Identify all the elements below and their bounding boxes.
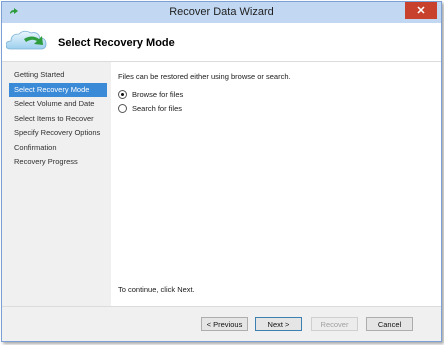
page-title: Select Recovery Mode bbox=[58, 37, 175, 49]
browse-radio[interactable] bbox=[118, 90, 127, 99]
intro-text: Files can be restored either using brows… bbox=[118, 72, 291, 81]
window-title: Recover Data Wizard bbox=[169, 6, 274, 18]
step-getting-started[interactable]: Getting Started bbox=[9, 68, 107, 83]
continue-instruction: To continue, click Next. bbox=[118, 285, 195, 294]
browse-option[interactable]: Browse for files bbox=[118, 90, 183, 99]
step-confirmation[interactable]: Confirmation bbox=[9, 141, 107, 156]
wizard-header: Select Recovery Mode bbox=[2, 23, 441, 62]
search-radio[interactable] bbox=[118, 104, 127, 113]
browse-label[interactable]: Browse for files bbox=[132, 90, 183, 99]
close-button[interactable]: ✕ bbox=[405, 2, 437, 19]
recover-button: Recover bbox=[311, 317, 358, 331]
step-specify-recovery-options[interactable]: Specify Recovery Options bbox=[9, 126, 107, 141]
previous-button[interactable]: < Previous bbox=[201, 317, 248, 331]
close-icon: ✕ bbox=[416, 5, 426, 17]
search-label[interactable]: Search for files bbox=[132, 104, 182, 113]
content-pane: Files can be restored either using brows… bbox=[111, 62, 441, 307]
wizard-window: Recover Data Wizard ✕ Select Recovery Mo… bbox=[1, 1, 442, 342]
step-select-items-to-recover[interactable]: Select Items to Recover bbox=[9, 112, 107, 127]
search-option[interactable]: Search for files bbox=[118, 104, 182, 113]
step-select-recovery-mode[interactable]: Select Recovery Mode bbox=[9, 82, 107, 97]
step-recovery-progress[interactable]: Recovery Progress bbox=[9, 155, 107, 170]
button-bar: < Previous Next > Recover Cancel bbox=[2, 306, 441, 341]
cancel-button[interactable]: Cancel bbox=[366, 317, 413, 331]
cloud-recovery-icon bbox=[6, 30, 47, 50]
wizard-steps: Getting Started Select Recovery Mode Sel… bbox=[9, 68, 107, 170]
title-bar: Recover Data Wizard ✕ bbox=[2, 2, 441, 23]
next-button[interactable]: Next > bbox=[255, 317, 302, 331]
step-select-volume-and-date[interactable]: Select Volume and Date bbox=[9, 97, 107, 112]
